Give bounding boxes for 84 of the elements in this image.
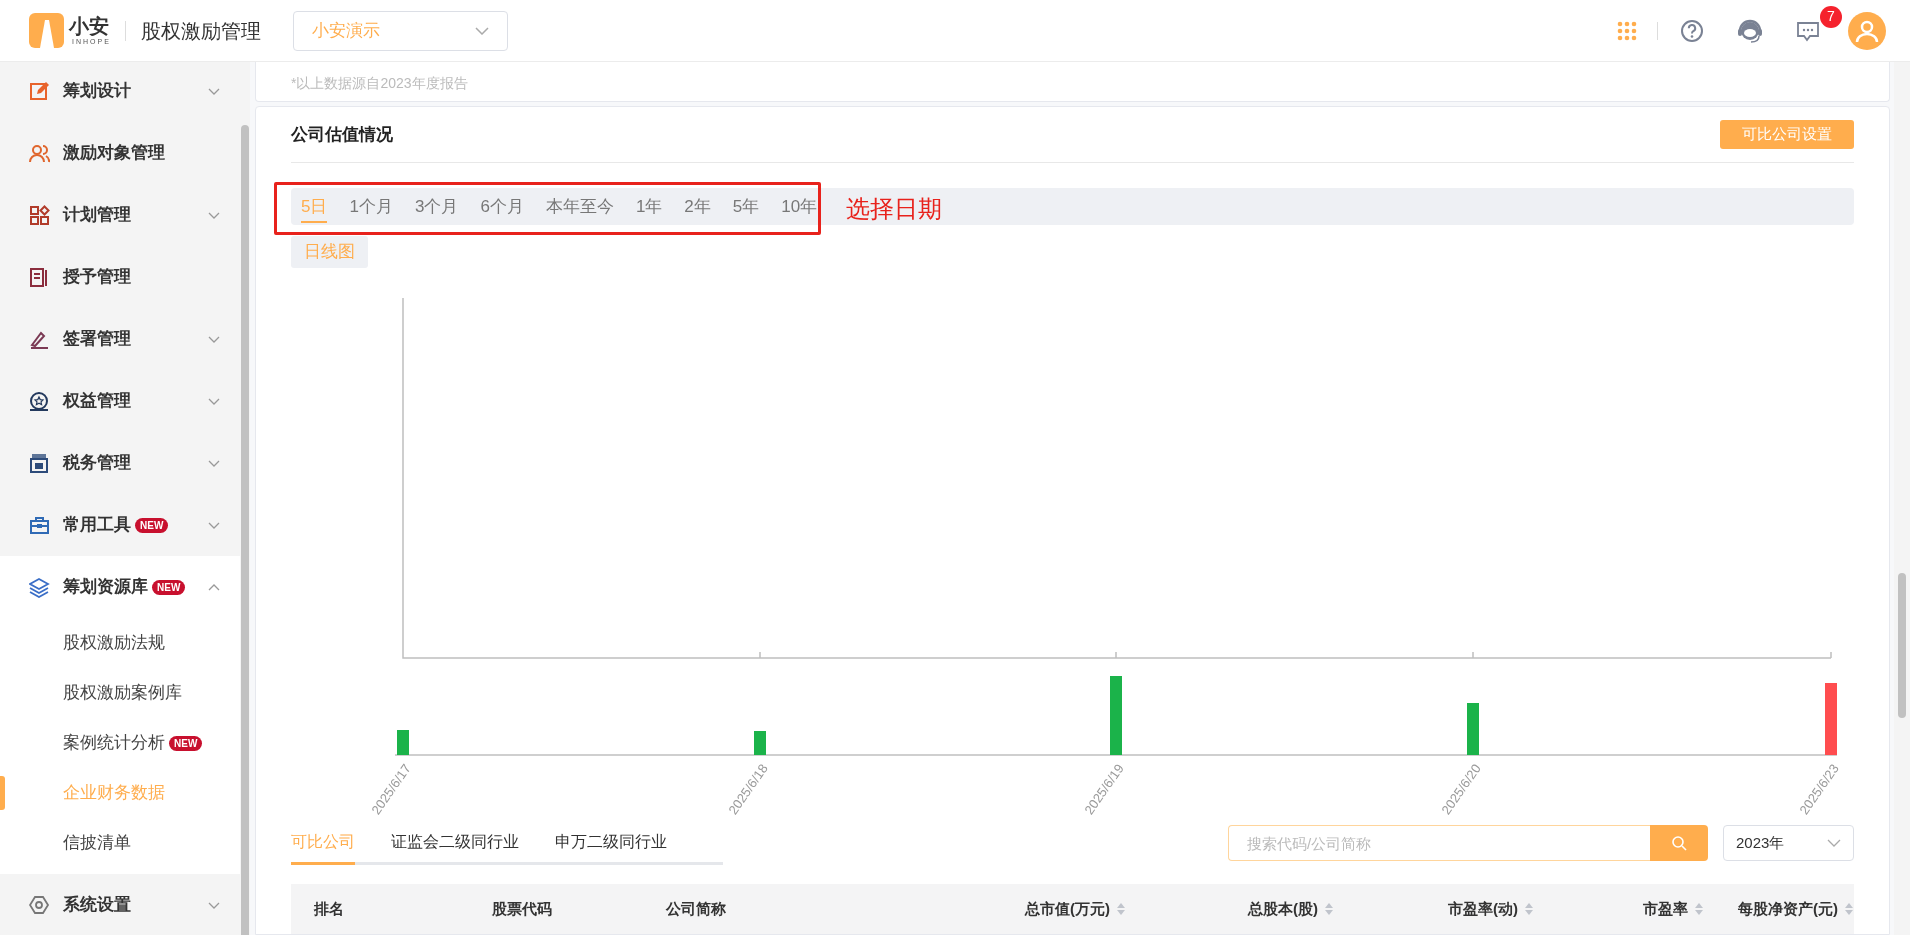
new-badge: NEW [152,579,186,595]
help-icon [1680,18,1704,43]
logo-text: 小安 [69,16,110,36]
chevron-down-icon [208,211,220,219]
peer-tab[interactable]: 申万二级同行业 [555,821,667,865]
range-tab[interactable]: 6个月 [480,188,524,225]
sort-arrows-icon [1524,902,1534,916]
toolbox-icon [29,514,50,536]
range-tab[interactable]: 3个月 [414,188,459,225]
peer-tab[interactable]: 证监会二级同行业 [391,821,519,865]
range-tab[interactable]: 5年 [732,188,760,225]
scrollbar-thumb[interactable] [1898,573,1906,718]
support-button[interactable] [1737,17,1763,44]
new-badge: NEW [169,735,203,751]
chevron-down-icon [208,459,220,467]
chevron-down-icon [1827,839,1841,847]
search-field[interactable]: 搜索代码/公司简称 [1228,825,1650,861]
star-medal-icon [29,390,50,412]
app-title: 股权激励管理 [140,18,261,44]
chevron-down-icon [208,521,220,529]
square-pencil-icon [29,80,50,102]
volume-bar [397,730,409,755]
column-header[interactable]: 市盈率 [1534,897,1704,921]
tower-icon [38,18,55,48]
column-header: 公司简称 [666,898,727,919]
scrollbar-thumb[interactable] [241,125,249,935]
range-tab[interactable]: 本年至今 [545,188,614,225]
chat-bubble-icon [1796,19,1820,42]
section-title: 公司估值情况 [291,123,393,146]
sidebar-item[interactable]: 激励对象管理 [0,122,240,184]
sidebar-item[interactable]: 权益管理 [0,370,240,432]
new-badge: NEW [135,517,169,533]
chevron-up-icon [208,583,220,591]
column-header[interactable]: 市盈率(动) [1334,897,1534,921]
sidebar-item[interactable]: 常用工具 NEW [0,494,240,556]
sidebar-item[interactable]: 签署管理 [0,308,240,370]
chevron-down-icon [208,87,220,95]
grid-shapes-icon [29,204,50,226]
sidebar-subitem[interactable]: 案例统计分析 NEW [0,718,240,768]
column-header: 排名 [314,898,345,919]
volume-bar [1467,703,1479,755]
column-header[interactable]: 总股本(股) [1126,897,1334,921]
search-icon [1671,835,1687,851]
people-icon [29,142,50,164]
volume-bar [1825,683,1837,755]
headset-icon [1737,17,1763,44]
sidebar-item[interactable]: 计划管理 [0,184,240,246]
sidebar-subitem[interactable]: 信披清单 [0,818,240,868]
tax-box-icon [29,452,50,474]
user-avatar[interactable] [1848,11,1886,50]
annotation-text: 选择日期 [846,194,942,224]
sidebar-subitem[interactable]: 股权激励案例库 [0,668,240,718]
range-tab[interactable]: 1年 [635,188,663,225]
sort-arrows-icon [1844,902,1854,916]
hexagon-icon [29,894,50,916]
sidebar-subitem[interactable]: 股权激励法规 [0,618,240,668]
chevron-down-icon [474,26,489,35]
range-tab[interactable]: 2年 [684,188,711,225]
sidebar-item[interactable]: 授予管理 [0,246,240,308]
layers-icon [29,576,50,598]
volume-bar [754,731,766,755]
range-tab[interactable]: 1个月 [349,188,393,225]
range-tab[interactable]: 10年 [781,188,818,225]
column-header: 股票代码 [492,898,553,919]
sort-arrows-icon [1694,902,1704,916]
chevron-down-icon [208,397,220,405]
person-silhouette-icon [1855,18,1879,43]
messages-button[interactable] [1796,19,1820,42]
dots-grid-icon [1617,20,1637,41]
sidebar-item[interactable]: 筹划设计 [0,62,240,122]
sidebar-item[interactable]: 税务管理 [0,432,240,494]
chevron-down-icon [208,901,220,909]
sort-arrows-icon [1116,902,1126,916]
column-header[interactable]: 每股净资产(元) [1704,897,1854,921]
sidebar-item[interactable]: 系统设置 [0,874,240,935]
chevron-down-icon [208,335,220,343]
notification-badge: 7 [1820,5,1842,28]
help-button[interactable] [1680,18,1704,43]
column-header[interactable]: 总市值(万元) [886,897,1126,921]
sidebar-item[interactable]: 筹划资源库 NEW [0,556,240,618]
year-select[interactable]: 2023年 [1723,825,1854,861]
book-icon [29,266,50,288]
sort-arrows-icon [1324,902,1334,916]
search-button[interactable] [1650,825,1708,861]
